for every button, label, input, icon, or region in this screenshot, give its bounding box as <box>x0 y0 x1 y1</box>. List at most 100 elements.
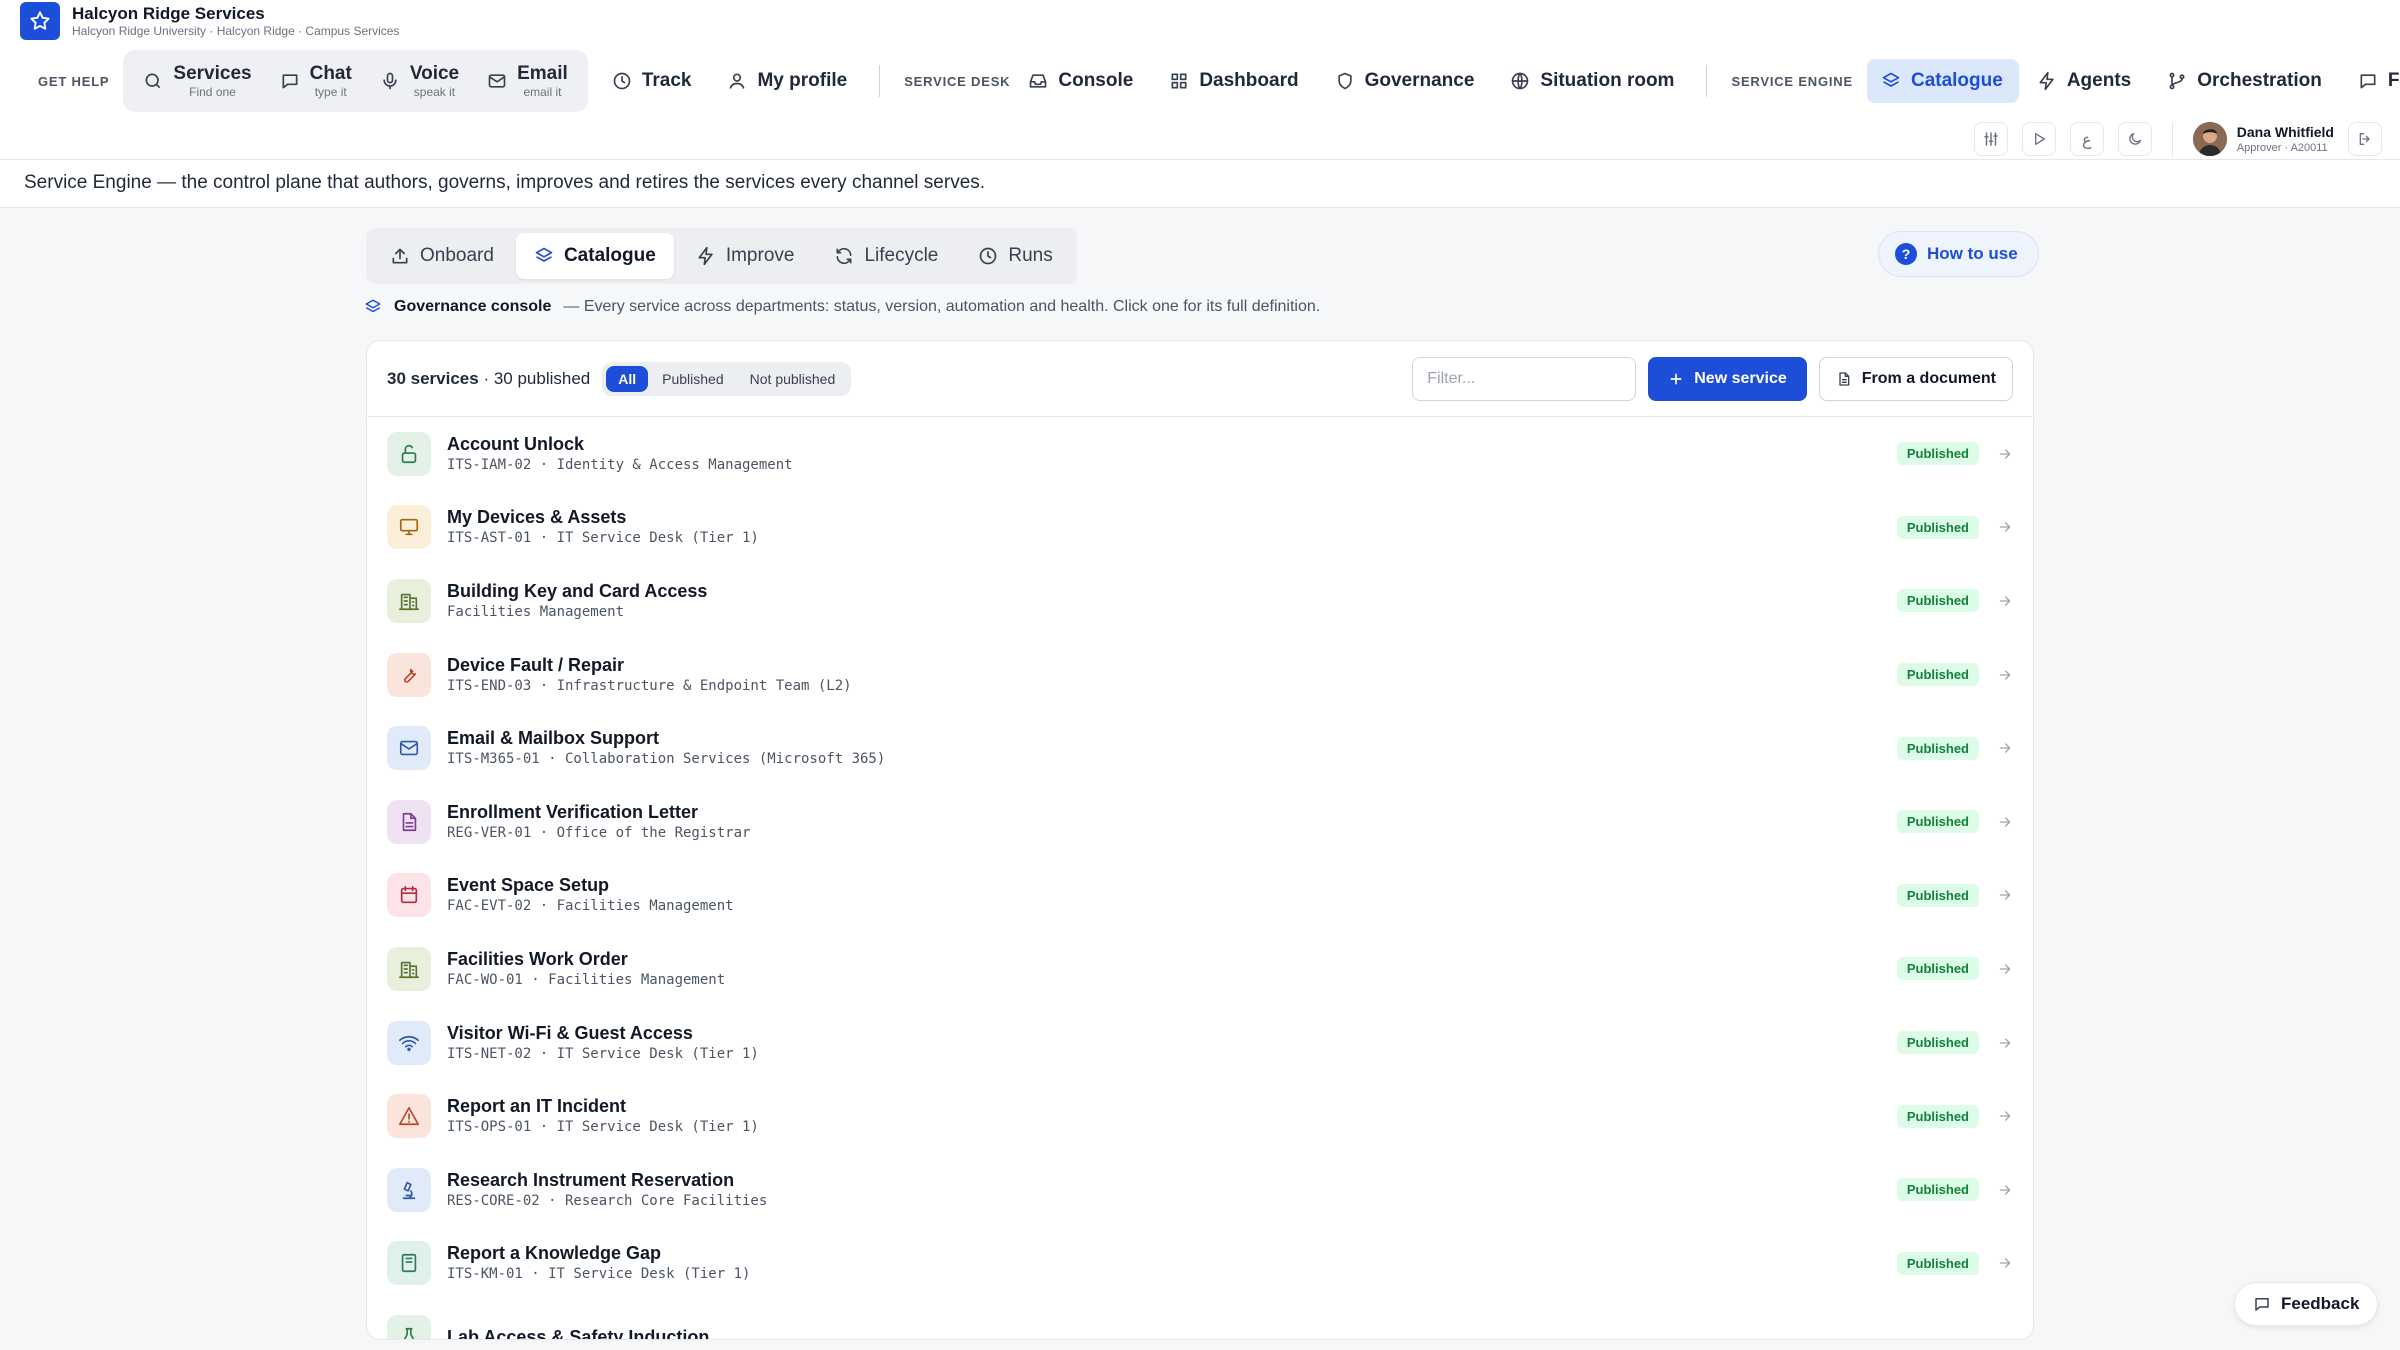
arrow-right-icon[interactable] <box>1997 593 2013 609</box>
brand-subtitle: Halcyon Ridge University · Halcyon Ridge… <box>72 23 400 38</box>
status-badge: Published <box>1896 957 1979 981</box>
filter-not-published[interactable]: Not published <box>738 366 848 392</box>
plus-icon <box>1668 371 1684 387</box>
service-row[interactable]: Building Key and Card Access Facilities M… <box>367 564 2033 638</box>
arrow-right-icon[interactable] <box>1997 667 2013 683</box>
nav-track-label: Track <box>641 70 692 91</box>
sliders-icon[interactable] <box>1973 122 2008 156</box>
nav-governance[interactable]: Governance <box>1317 59 1493 103</box>
nav-orchestration-label: Orchestration <box>2197 70 2322 91</box>
services-panel: 30 services · 30 published All Published… <box>366 340 2034 1340</box>
tab-improve[interactable]: Improve <box>678 233 813 279</box>
brand-title: Halcyon Ridge Services <box>72 3 265 23</box>
main-nav: GET HELP Services Find one Chat type it Vo… <box>22 50 2400 112</box>
arrow-right-icon[interactable] <box>1997 887 2013 903</box>
mail-icon <box>487 71 507 91</box>
nav-overflow-item[interactable]: F <box>2340 59 2400 103</box>
from-document-label: From a document <box>1861 369 1996 387</box>
service-row[interactable]: Report an IT Incident ITS-OPS-01 · IT Ser… <box>367 1079 2033 1153</box>
arrow-right-icon[interactable] <box>1997 740 2013 756</box>
nav-email[interactable]: Email email it <box>473 56 582 106</box>
feedback-button[interactable]: Feedback <box>2234 1282 2379 1326</box>
nav-console[interactable]: Console <box>1024 59 1151 103</box>
service-name: Account Unlock <box>447 433 585 454</box>
arrow-right-icon[interactable] <box>1997 519 2013 535</box>
from-document-button[interactable]: From a document <box>1818 356 2013 401</box>
nav-services-label: Services <box>173 63 252 84</box>
nav-orchestration[interactable]: Orchestration <box>2149 59 2340 103</box>
nav-situation-room-label: Situation room <box>1540 70 1675 91</box>
tab-catalogue-label: Catalogue <box>563 245 656 266</box>
filter-published[interactable]: Published <box>650 366 736 392</box>
governance-title: Governance console <box>394 298 552 315</box>
nav-services[interactable]: Services Find one <box>129 56 265 106</box>
service-row[interactable]: Enrollment Verification Letter REG-VER-01… <box>367 785 2033 859</box>
service-count: 30 services · 30 published <box>387 369 590 389</box>
flask-icon <box>387 1314 431 1339</box>
arrow-right-icon[interactable] <box>1997 1108 2013 1124</box>
mail-icon <box>387 726 431 771</box>
arrow-right-icon[interactable] <box>1997 1255 2013 1271</box>
tab-lifecycle[interactable]: Lifecycle <box>816 233 956 279</box>
tab-catalogue[interactable]: Catalogue <box>515 233 674 279</box>
service-count-total: 30 services <box>387 368 479 388</box>
inbox-icon <box>1028 71 1048 91</box>
nav-track[interactable]: Track <box>594 59 710 103</box>
bolt-icon <box>696 246 716 266</box>
service-row[interactable]: Account Unlock ITS-IAM-02 · Identity & Ac… <box>367 417 2033 491</box>
nav-situation-room[interactable]: Situation room <box>1492 59 1692 103</box>
nav-voice[interactable]: Voice speak it <box>366 56 473 106</box>
service-meta: FAC-EVT-02 · Facilities Management <box>447 898 734 915</box>
nav-dashboard[interactable]: Dashboard <box>1151 59 1316 103</box>
new-service-button[interactable]: New service <box>1648 356 1807 401</box>
tab-runs[interactable]: Runs <box>960 233 1070 279</box>
arrow-right-icon[interactable] <box>1997 1035 2013 1051</box>
service-row[interactable]: Email & Mailbox Support ITS-M365-01 · Col… <box>367 711 2033 785</box>
service-row[interactable]: Facilities Work Order FAC-WO-01 · Facilit… <box>367 932 2033 1006</box>
service-row[interactable]: Device Fault / Repair ITS-END-03 · Infras… <box>367 638 2033 712</box>
nav-agents[interactable]: Agents <box>2019 59 2149 103</box>
moon-icon[interactable] <box>2117 122 2152 156</box>
how-to-use-label: How to use <box>1927 244 2018 263</box>
status-badge: Published <box>1896 663 1979 687</box>
service-row[interactable]: Lab Access & Safety Induction <box>367 1300 2033 1339</box>
user-menu[interactable]: Dana Whitfield Approver · A20011 <box>2192 122 2334 156</box>
nav-catalogue[interactable]: Catalogue <box>1866 59 2019 103</box>
arrow-right-icon[interactable] <box>1997 1182 2013 1198</box>
service-meta: Facilities Management <box>447 603 625 620</box>
service-row[interactable]: Event Space Setup FAC-EVT-02 · Facilities… <box>367 859 2033 933</box>
logout-icon[interactable] <box>2348 122 2382 156</box>
language-icon[interactable]: ع <box>2069 122 2104 156</box>
microscope-icon <box>387 1167 431 1212</box>
tab-onboard[interactable]: Onboard <box>372 233 512 279</box>
tab-runs-label: Runs <box>1008 245 1053 266</box>
tab-improve-label: Improve <box>725 245 795 266</box>
how-to-use-button[interactable]: ? How to use <box>1878 231 2039 277</box>
nav-my-profile[interactable]: My profile <box>709 59 865 103</box>
service-list: Account Unlock ITS-IAM-02 · Identity & Ac… <box>367 417 2033 1339</box>
calendar-icon <box>387 873 431 918</box>
building-icon <box>387 946 431 991</box>
nav-email-label: Email <box>517 63 568 84</box>
play-icon[interactable] <box>2021 122 2056 156</box>
arrow-right-icon[interactable] <box>1997 961 2013 977</box>
service-row[interactable]: Report a Knowledge Gap ITS-KM-01 · IT Ser… <box>367 1227 2033 1301</box>
nav-governance-label: Governance <box>1364 70 1475 91</box>
arrow-right-icon[interactable] <box>1997 446 2013 462</box>
filter-all[interactable]: All <box>606 365 649 392</box>
brand[interactable]: Halcyon Ridge Services Halcyon Ridge Uni… <box>20 2 399 40</box>
top-header: Halcyon Ridge Services Halcyon Ridge Uni… <box>0 0 2400 160</box>
status-badge: Published <box>1896 589 1979 613</box>
avatar <box>2192 122 2227 156</box>
nav-chat[interactable]: Chat type it <box>266 56 366 106</box>
wifi-icon <box>387 1020 431 1065</box>
service-row[interactable]: My Devices & Assets ITS-AST-01 · IT Servi… <box>367 491 2033 565</box>
service-row[interactable]: Visitor Wi-Fi & Guest Access ITS-NET-02 ·… <box>367 1006 2033 1080</box>
service-count-published: · 30 published <box>483 368 591 388</box>
nav-voice-label: Voice <box>409 63 460 84</box>
filter-input[interactable] <box>1412 356 1637 401</box>
arrow-right-icon[interactable] <box>1997 814 2013 830</box>
service-row[interactable]: Research Instrument Reservation RES-CORE-… <box>367 1153 2033 1227</box>
feedback-label: Feedback <box>2281 1294 2360 1313</box>
layers-icon <box>534 246 554 266</box>
